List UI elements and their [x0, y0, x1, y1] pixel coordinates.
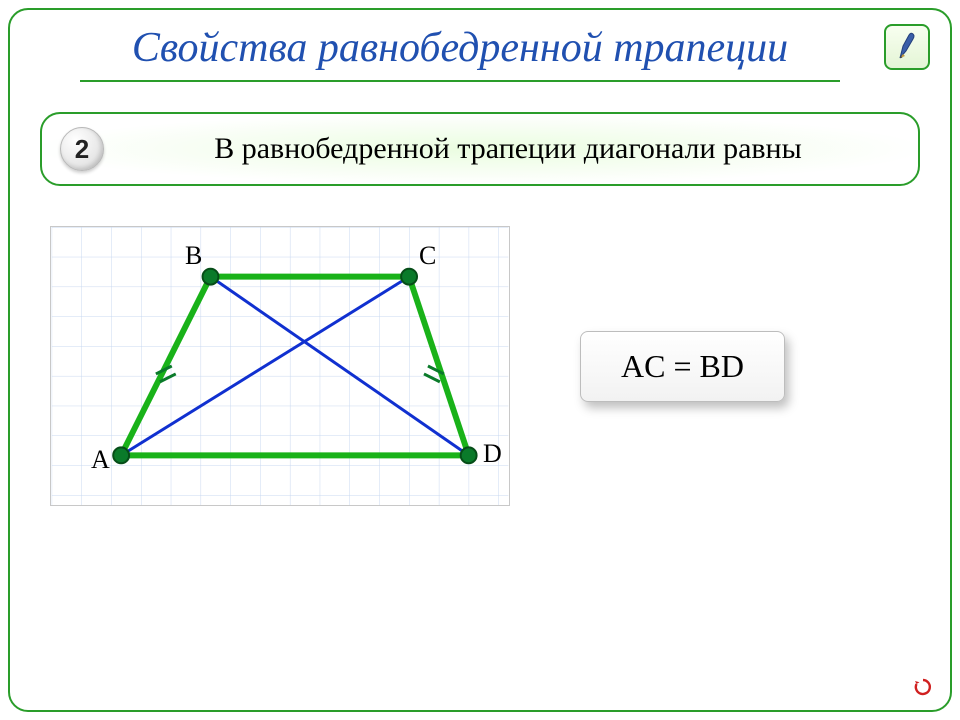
vertex-label-b: B: [185, 241, 202, 271]
trapezoid-figure: A B C D: [50, 226, 510, 506]
vertex-label-d: D: [483, 439, 502, 469]
header: Свойства равнобедренной трапеции: [10, 10, 950, 88]
refresh-icon: [913, 677, 933, 697]
refresh-button[interactable]: [912, 676, 934, 698]
equation-box: AC = BD: [580, 331, 785, 402]
content-row: A B C D AC = BD: [10, 186, 950, 506]
vertex-label-c: C: [419, 241, 436, 271]
pen-button[interactable]: [884, 24, 930, 70]
vertex-label-a: A: [91, 445, 110, 475]
statement-number-badge: 2: [60, 127, 104, 171]
slide-frame: Свойства равнобедренной трапеции 2 В рав…: [8, 8, 952, 712]
statement-box: 2 В равнобедренной трапеции диагонали ра…: [40, 112, 920, 186]
statement-text: В равнобедренной трапеции диагонали равн…: [122, 132, 894, 166]
pen-icon: [894, 32, 920, 62]
title-underline: [80, 80, 840, 82]
page-title: Свойства равнобедренной трапеции: [50, 24, 870, 72]
figure-svg: [51, 227, 509, 505]
